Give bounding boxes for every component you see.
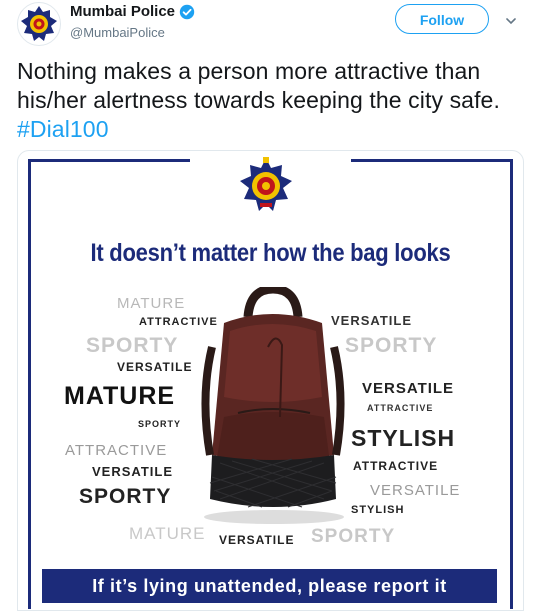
word-tag: SPORTY	[79, 485, 172, 508]
word-tag: SPORTY	[345, 334, 438, 357]
word-tag: MATURE	[64, 382, 176, 410]
word-tag: VERSATILE	[370, 482, 461, 499]
chevron-down-icon[interactable]	[504, 14, 518, 28]
word-tag: ATTRACTIVE	[139, 316, 218, 328]
word-tag: VERSATILE	[331, 313, 412, 328]
frame-line	[351, 159, 513, 162]
police-emblem-icon	[240, 157, 292, 211]
frame-line	[28, 159, 31, 609]
hashtag-link[interactable]: #Dial100	[17, 116, 109, 142]
report-banner: If it’s lying unattended, please report …	[42, 569, 497, 603]
word-tag: MATURE	[129, 524, 206, 543]
follow-button[interactable]: Follow	[395, 4, 489, 34]
word-tag: SPORTY	[138, 419, 182, 429]
word-tag: VERSATILE	[219, 533, 295, 547]
word-tag: ATTRACTIVE	[65, 442, 168, 459]
police-emblem-icon	[21, 6, 57, 41]
tweet-text: Nothing makes a person more attractive t…	[17, 57, 532, 144]
word-tag: SPORTY	[86, 334, 179, 357]
word-tag: STYLISH	[351, 504, 405, 516]
word-tag: VERSATILE	[362, 380, 455, 397]
author-name[interactable]: Mumbai Police	[70, 3, 175, 20]
word-tag: VERSATILE	[92, 464, 173, 479]
frame-line	[510, 159, 513, 609]
avatar[interactable]	[17, 2, 61, 46]
author-handle[interactable]: @MumbaiPolice	[70, 25, 165, 40]
poster-headline: It doesn’t matter how the bag looks	[90, 239, 451, 267]
word-tag: MATURE	[117, 295, 186, 312]
author-name-row[interactable]: Mumbai Police	[70, 3, 195, 20]
tweet-text-body: Nothing makes a person more attractive t…	[17, 58, 500, 113]
word-tag: STYLISH	[351, 425, 456, 451]
tweet-media-image[interactable]: It doesn’t matter how the bag looks MATU…	[17, 150, 524, 611]
word-tag: VERSATILE	[117, 360, 193, 374]
word-tag: ATTRACTIVE	[353, 459, 439, 473]
verified-badge-icon	[179, 4, 195, 19]
word-tag: SPORTY	[311, 526, 396, 547]
word-tag: ATTRACTIVE	[367, 403, 434, 413]
frame-line	[28, 159, 190, 162]
